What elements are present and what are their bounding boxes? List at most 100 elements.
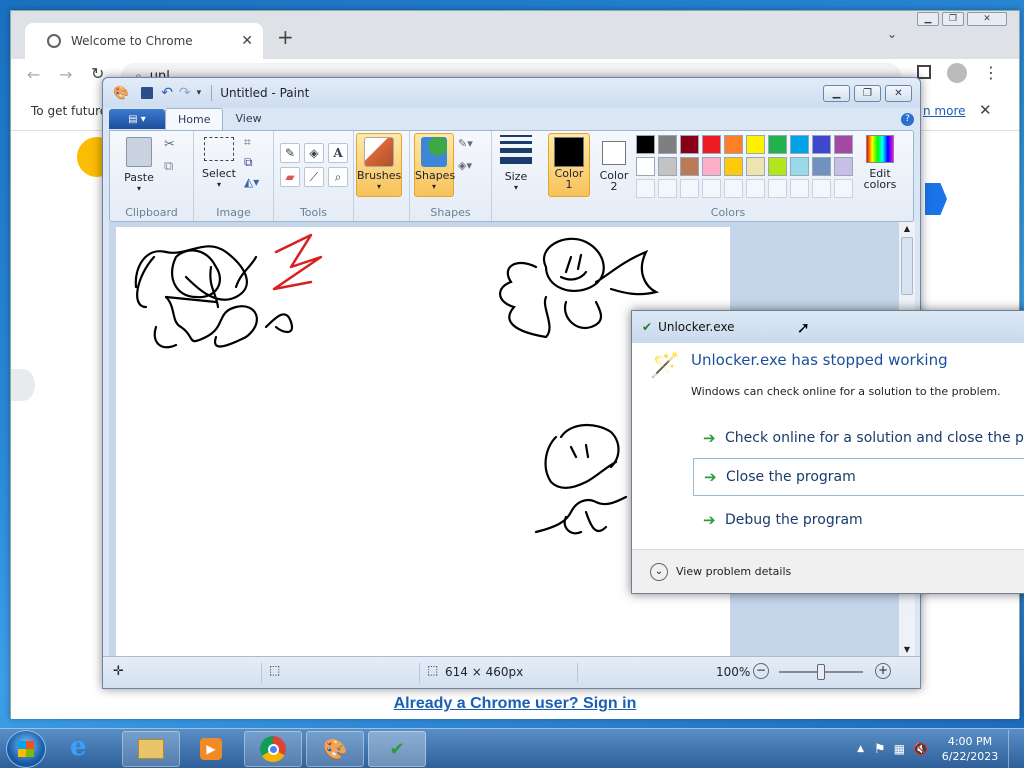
palette-swatch[interactable] [724, 157, 743, 176]
start-button[interactable] [6, 730, 46, 768]
palette-swatch[interactable] [680, 179, 699, 198]
palette-swatch[interactable] [680, 135, 699, 154]
palette-swatch[interactable] [790, 135, 809, 154]
palette-swatch[interactable] [658, 157, 677, 176]
palette-swatch[interactable] [834, 157, 853, 176]
palette-swatch[interactable] [746, 135, 765, 154]
tab-home[interactable]: Home [165, 108, 224, 130]
taskbar-chrome[interactable] [244, 731, 302, 767]
info-bar-close-icon[interactable]: ✕ [979, 101, 992, 119]
palette-swatch[interactable] [658, 135, 677, 154]
chrome-restore-button[interactable]: ❐ [942, 12, 964, 26]
profile-avatar[interactable] [947, 63, 967, 83]
volume-muted-icon[interactable]: 🔇 [913, 742, 928, 756]
palette-swatch[interactable] [702, 179, 721, 198]
cut-icon[interactable]: ✂ [164, 137, 175, 152]
copy-icon[interactable]: ⧉ [164, 159, 173, 174]
palette-swatch[interactable] [636, 157, 655, 176]
scroll-thumb[interactable] [901, 237, 913, 295]
paint-maximize-button[interactable]: ❐ [854, 84, 881, 102]
palette-swatch[interactable] [812, 157, 831, 176]
brushes-button[interactable]: Brushes ▾ [356, 133, 402, 197]
edit-colors-button[interactable]: Edit colors [858, 135, 902, 191]
pencil-icon[interactable]: ✎ [280, 143, 300, 163]
expand-chevron-icon[interactable]: ⌄ [650, 562, 668, 581]
menu-kebab-icon[interactable]: ⋮ [983, 63, 999, 82]
rotate-icon[interactable]: ◭▾ [244, 175, 259, 189]
eraser-icon[interactable]: ▰ [280, 167, 300, 187]
show-hidden-icons[interactable]: ▲ [857, 744, 864, 754]
palette-swatch[interactable] [636, 135, 655, 154]
resize-icon[interactable]: ⧉ [244, 155, 253, 170]
palette-swatch[interactable] [746, 179, 765, 198]
text-icon[interactable]: A [328, 143, 348, 163]
palette-swatch[interactable] [702, 157, 721, 176]
palette-swatch[interactable] [702, 135, 721, 154]
palette-swatch[interactable] [636, 179, 655, 198]
palette-swatch[interactable] [834, 179, 853, 198]
taskbar-paint[interactable]: 🎨 [306, 731, 364, 767]
color1-button[interactable]: Color 1 [548, 133, 590, 197]
paint-minimize-button[interactable]: ▁ [823, 84, 850, 102]
shapes-button[interactable]: Shapes ▾ [414, 133, 455, 197]
palette-swatch[interactable] [680, 157, 699, 176]
select-button[interactable]: Select ▾ [198, 137, 240, 189]
side-panel-icon[interactable] [917, 65, 931, 79]
close-tab-icon[interactable]: ✕ [241, 33, 253, 49]
network-icon[interactable]: ▦ [894, 742, 905, 756]
check-online-option[interactable]: ➔ Check online for a solution and close … [693, 419, 1024, 457]
palette-swatch[interactable] [768, 135, 787, 154]
color-picker-icon[interactable]: ⟋ [304, 167, 324, 187]
new-tab-button[interactable]: + [277, 25, 294, 49]
fill-icon[interactable]: ◈ [304, 143, 324, 163]
flag-icon[interactable]: ⚑ [874, 742, 886, 757]
quick-access-dropdown-icon[interactable]: ▾ [197, 88, 202, 98]
palette-swatch[interactable] [834, 135, 853, 154]
taskbar-media-player[interactable]: ▶ [182, 731, 240, 767]
undo-icon[interactable]: ↶ [161, 85, 173, 101]
clock[interactable]: 4:00 PM 6/22/2023 [938, 734, 1002, 764]
chrome-close-button[interactable]: ✕ [967, 12, 1007, 26]
color2-button[interactable]: Color 2 [594, 133, 634, 197]
palette-swatch[interactable] [658, 179, 677, 198]
palette-swatch[interactable] [724, 179, 743, 198]
forward-icon[interactable]: → [59, 65, 72, 84]
magnifier-icon[interactable]: ⌕ [328, 167, 348, 187]
taskbar-unlocker[interactable]: ✔ [368, 731, 426, 767]
info-bar-link[interactable]: n more [923, 104, 966, 118]
palette-swatch[interactable] [768, 179, 787, 198]
zoom-slider-thumb[interactable] [817, 664, 825, 680]
tab-view[interactable]: View [223, 108, 273, 130]
chrome-minimize-button[interactable]: ▁ [917, 12, 939, 26]
palette-swatch[interactable] [790, 157, 809, 176]
palette-swatch[interactable] [724, 135, 743, 154]
debug-program-option[interactable]: ➔ Debug the program [693, 501, 1024, 539]
close-program-option[interactable]: ➔ Close the program [693, 458, 1024, 496]
ie-icon[interactable]: e [70, 732, 87, 762]
zoom-slider[interactable] [779, 664, 863, 680]
zoom-in-button[interactable]: + [875, 663, 891, 679]
redo-icon[interactable]: ↷ [179, 85, 191, 101]
palette-swatch[interactable] [812, 179, 831, 198]
show-desktop-button[interactable] [1008, 730, 1018, 768]
help-icon[interactable]: ? [901, 112, 914, 126]
save-icon[interactable] [141, 87, 154, 99]
back-icon[interactable]: ← [27, 65, 40, 84]
paint-menu-button[interactable]: ▤ ▾ [109, 109, 165, 129]
signin-link[interactable]: Already a Chrome user? Sign in [11, 695, 1019, 713]
view-details-link[interactable]: View problem details [676, 565, 791, 578]
palette-swatch[interactable] [768, 157, 787, 176]
size-button[interactable]: Size ▾ [496, 135, 536, 192]
shape-fill-icon[interactable]: ◈▾ [458, 159, 472, 172]
scroll-up-icon[interactable]: ▲ [899, 224, 915, 233]
chrome-tab[interactable]: Welcome to Chrome ✕ [25, 23, 263, 59]
zoom-out-button[interactable]: − [753, 663, 769, 679]
crop-icon[interactable]: ⌗ [244, 135, 251, 150]
palette-swatch[interactable] [790, 179, 809, 198]
paint-close-button[interactable]: ✕ [885, 84, 912, 102]
scroll-down-icon[interactable]: ▼ [899, 645, 915, 654]
palette-swatch[interactable] [812, 135, 831, 154]
palette-swatch[interactable] [746, 157, 765, 176]
paste-button[interactable]: Paste ▾ [116, 137, 162, 193]
taskbar-explorer[interactable] [122, 731, 180, 767]
